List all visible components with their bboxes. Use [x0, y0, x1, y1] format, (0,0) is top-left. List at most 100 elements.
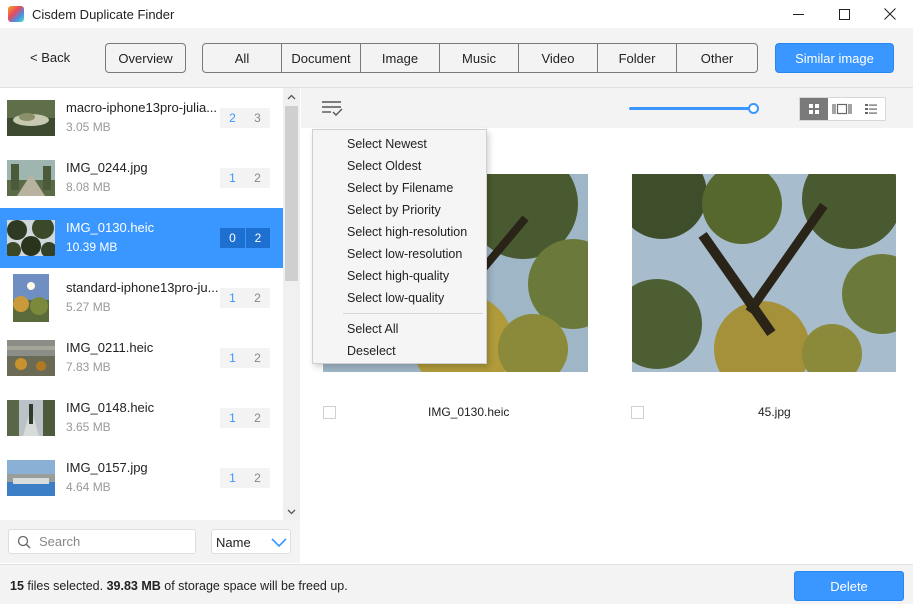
- file-size: 10.39 MB: [66, 240, 118, 254]
- list-item[interactable]: IMG_0148.heic 3.65 MB 1 2: [0, 388, 283, 448]
- selected-count: 1: [229, 171, 236, 185]
- selected-count: 0: [229, 231, 236, 245]
- list-scrollbar[interactable]: [283, 88, 300, 520]
- view-mode-switch: [799, 97, 886, 121]
- selected-count: 1: [229, 471, 236, 485]
- close-button[interactable]: [867, 0, 913, 28]
- maximize-button[interactable]: [821, 0, 867, 28]
- file-name: IMG_0148.heic: [66, 400, 155, 415]
- image-1-name: IMG_0130.heic: [428, 405, 510, 419]
- list-item[interactable]: IMG_0211.heic 7.83 MB 1 2: [0, 328, 283, 388]
- zoom-slider-handle[interactable]: [748, 103, 759, 114]
- filmstrip-view-icon: [832, 103, 853, 115]
- file-name: IMG_0130.heic: [66, 220, 155, 235]
- total-count: 2: [254, 351, 261, 365]
- total-count: 3: [254, 111, 261, 125]
- selected-count: 2: [229, 111, 236, 125]
- list-item[interactable]: IMG_0157.jpg 4.64 MB 1 2: [0, 448, 283, 508]
- image-1-checkbox[interactable]: [323, 406, 336, 419]
- list-view-icon: [864, 104, 877, 114]
- selection-count: 0 2: [220, 228, 270, 248]
- back-button[interactable]: < Back: [30, 50, 70, 65]
- total-count: 2: [254, 171, 261, 185]
- thumbnail: [7, 160, 55, 196]
- menu-deselect[interactable]: Deselect: [347, 344, 396, 358]
- file-size: 8.08 MB: [66, 180, 111, 194]
- scroll-thumb[interactable]: [285, 106, 298, 281]
- scroll-up-arrow-icon[interactable]: [283, 88, 300, 105]
- tab-music[interactable]: Music: [440, 44, 519, 72]
- sort-value: Name: [216, 535, 251, 550]
- thumbnail: [7, 220, 55, 256]
- file-size: 7.83 MB: [66, 360, 111, 374]
- similar-image-button[interactable]: Similar image: [775, 43, 894, 73]
- thumbnail: [13, 274, 49, 322]
- selected-count: 1: [229, 411, 236, 425]
- menu-select-high-resolution[interactable]: Select high-resolution: [347, 225, 467, 239]
- menu-select-low-resolution[interactable]: Select low-resolution: [347, 247, 462, 261]
- tab-video[interactable]: Video: [519, 44, 598, 72]
- thumbnail: [7, 340, 55, 376]
- menu-select-high-quality[interactable]: Select high-quality: [347, 269, 449, 283]
- tab-folder[interactable]: Folder: [598, 44, 677, 72]
- grid-view-button[interactable]: [800, 98, 829, 120]
- delete-button[interactable]: Delete: [794, 571, 904, 601]
- minimize-button[interactable]: [775, 0, 821, 28]
- overview-button[interactable]: Overview: [105, 43, 186, 73]
- chevron-down-icon: [271, 538, 287, 548]
- file-name: standard-iphone13pro-ju...: [66, 280, 219, 295]
- list-item-partial[interactable]: [0, 508, 283, 520]
- menu-select-low-quality[interactable]: Select low-quality: [347, 291, 444, 305]
- image-2-checkbox[interactable]: [631, 406, 644, 419]
- list-item[interactable]: macro-iphone13pro-julia... 3.05 MB 2 3: [0, 88, 283, 148]
- file-name: IMG_0244.jpg: [66, 160, 148, 175]
- menu-select-oldest[interactable]: Select Oldest: [347, 159, 421, 173]
- scroll-down-arrow-icon[interactable]: [283, 503, 300, 520]
- total-count: 2: [254, 471, 261, 485]
- selected-count: 1: [229, 291, 236, 305]
- image-2-name: 45.jpg: [758, 405, 791, 419]
- menu-separator: [343, 313, 483, 314]
- file-size: 3.05 MB: [66, 120, 111, 134]
- menu-select-by-filename[interactable]: Select by Filename: [347, 181, 453, 195]
- app-logo-icon: [8, 6, 24, 22]
- list-item[interactable]: IMG_0244.jpg 8.08 MB 1 2: [0, 148, 283, 208]
- tab-document[interactable]: Document: [282, 44, 361, 72]
- menu-select-all[interactable]: Select All: [347, 322, 398, 336]
- maximize-icon: [838, 8, 850, 20]
- image-preview-2[interactable]: [612, 149, 913, 397]
- file-name: IMG_0211.heic: [66, 340, 154, 355]
- title-bar: Cisdem Duplicate Finder: [0, 0, 913, 28]
- menu-select-newest[interactable]: Select Newest: [347, 137, 427, 151]
- window-title: Cisdem Duplicate Finder: [32, 6, 175, 22]
- photo: [612, 149, 913, 397]
- filmstrip-view-button[interactable]: [828, 98, 856, 120]
- minimize-icon: [792, 13, 804, 15]
- freed-size-text: of storage space will be freed up.: [160, 579, 348, 593]
- menu-select-by-priority[interactable]: Select by Priority: [347, 203, 441, 217]
- selected-count: 1: [229, 351, 236, 365]
- selection-count: 2 3: [220, 108, 270, 128]
- file-size: 5.27 MB: [66, 300, 111, 314]
- file-list-panel: macro-iphone13pro-julia... 3.05 MB 2 3 I…: [0, 88, 300, 563]
- selection-count: 1 2: [220, 288, 270, 308]
- list-item[interactable]: standard-iphone13pro-ju... 5.27 MB 1 2: [0, 268, 283, 328]
- tab-all[interactable]: All: [203, 44, 282, 72]
- zoom-slider-track[interactable]: [629, 107, 755, 110]
- tab-other[interactable]: Other: [677, 44, 757, 72]
- tab-image[interactable]: Image: [361, 44, 440, 72]
- total-count: 2: [245, 228, 270, 248]
- thumbnail: [7, 100, 55, 136]
- thumbnail: [7, 400, 55, 436]
- list-view-button[interactable]: [857, 98, 885, 120]
- sort-dropdown[interactable]: Name: [211, 529, 291, 554]
- selection-count: 1 2: [220, 408, 270, 428]
- select-menu-icon[interactable]: [321, 99, 343, 117]
- list-item[interactable]: IMG_0130.heic 10.39 MB 0 2: [0, 208, 283, 268]
- total-count: 2: [254, 411, 261, 425]
- selected-files-count: 15: [10, 579, 24, 593]
- status-summary: 15 files selected. 39.83 MB of storage s…: [10, 579, 348, 593]
- duplicate-group-list: macro-iphone13pro-julia... 3.05 MB 2 3 I…: [0, 88, 283, 520]
- search-input[interactable]: [39, 530, 189, 553]
- search-icon: [17, 535, 31, 549]
